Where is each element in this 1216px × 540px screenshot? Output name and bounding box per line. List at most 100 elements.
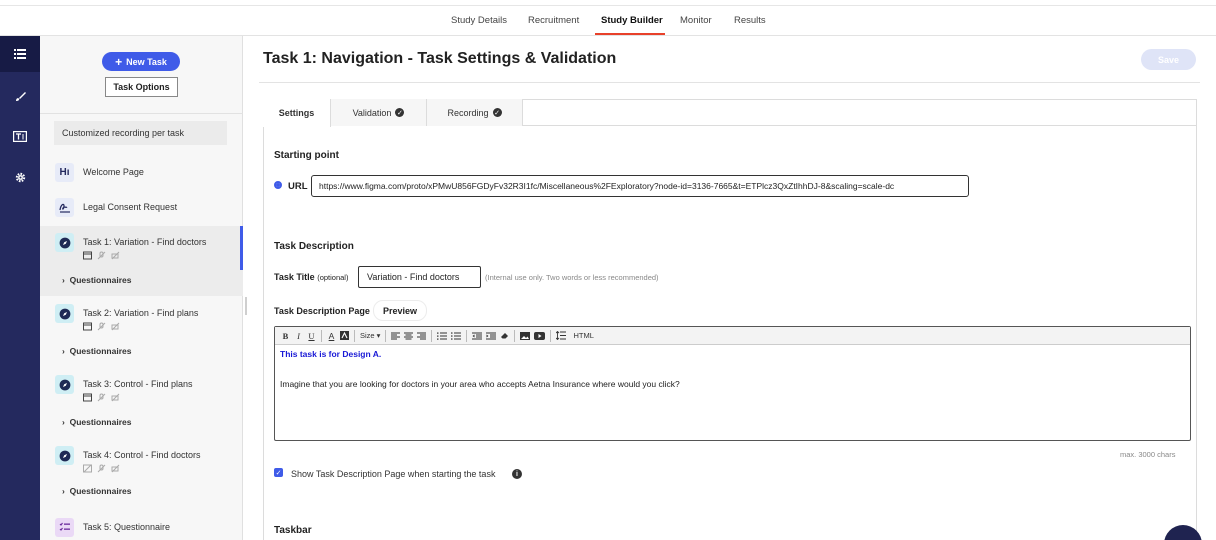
align-right-icon[interactable] (415, 329, 428, 343)
questionnaires-toggle-task-3[interactable]: › Questionnaires (62, 417, 131, 427)
sidebar-resize-handle[interactable] (245, 297, 247, 315)
toolbar-separator (321, 329, 322, 342)
tab-study-details[interactable]: Study Details (451, 15, 507, 26)
image-icon[interactable] (518, 329, 532, 343)
camera-off-icon (111, 393, 120, 402)
italic-button[interactable]: I (292, 329, 305, 343)
sidebar-item-label: Task 2: Variation - Find plans (83, 308, 199, 318)
tab-recording[interactable]: Recording ✓ (427, 99, 523, 126)
sidebar-item-label: Task 4: Control - Find doctors (83, 450, 201, 460)
heading-icon: Hı (55, 163, 74, 182)
task-title-input[interactable]: Variation - Find doctors (358, 266, 481, 288)
recording-filter[interactable]: Customized recording per task (54, 121, 227, 145)
window-icon (83, 322, 92, 331)
editor-content-line-2: Imagine that you are looking for doctors… (280, 379, 680, 389)
show-description-checkbox[interactable]: ✓ (274, 468, 283, 477)
task-recording-icons (83, 322, 120, 331)
questionnaires-toggle-task-4[interactable]: › Questionnaires (62, 486, 131, 496)
chevron-right-icon: › (62, 346, 65, 356)
tab-settings[interactable]: Settings (263, 99, 331, 127)
task-recording-icons (83, 251, 120, 260)
camera-off-icon (111, 464, 120, 473)
task-description-heading: Task Description (274, 241, 354, 252)
tab-recruitment[interactable]: Recruitment (528, 15, 579, 26)
save-button[interactable]: Save (1141, 49, 1196, 70)
window-off-icon (83, 464, 92, 473)
show-description-label: Show Task Description Page when starting… (291, 469, 496, 479)
indent-icon[interactable] (484, 329, 498, 343)
text-box-icon[interactable] (0, 118, 40, 154)
info-icon[interactable]: i (512, 469, 522, 479)
tab-label: Settings (278, 108, 315, 118)
rich-text-editor[interactable]: B I U A Size ▾ HTML This task is for Des… (274, 326, 1191, 441)
compass-icon (55, 375, 74, 394)
tab-study-builder[interactable]: Study Builder (601, 15, 663, 26)
checklist-icon (55, 518, 74, 537)
tab-validation[interactable]: Validation ✓ (331, 99, 427, 126)
signature-icon (55, 198, 74, 217)
highlight-icon[interactable] (338, 329, 351, 343)
task-options-button[interactable]: Task Options (105, 77, 178, 97)
chevron-right-icon: › (62, 275, 65, 285)
starting-point-heading: Starting point (274, 150, 339, 161)
compass-icon (55, 446, 74, 465)
list-icon[interactable] (0, 36, 40, 72)
camera-off-icon (111, 251, 120, 260)
size-dropdown[interactable]: Size ▾ (358, 329, 382, 343)
underline-button[interactable]: U (305, 329, 318, 343)
questionnaires-toggle-task-1[interactable]: › Questionnaires (62, 275, 131, 285)
preview-button[interactable]: Preview (373, 300, 427, 321)
eraser-icon[interactable] (498, 329, 511, 343)
line-height-icon[interactable] (554, 329, 568, 343)
url-label: URL (288, 181, 308, 192)
active-tab-underline (595, 33, 665, 35)
align-center-icon[interactable] (402, 329, 415, 343)
sidebar-item-label: Task 5: Questionnaire (83, 522, 171, 532)
toolbar-separator (550, 329, 552, 342)
sidebar-item-label: Legal Consent Request (83, 202, 178, 212)
questionnaires-label: Questionnaires (69, 417, 132, 427)
questionnaires-label: Questionnaires (69, 486, 132, 496)
plus-icon: + (115, 54, 123, 69)
icon-rail (0, 36, 40, 540)
url-radio[interactable] (274, 181, 282, 189)
compass-icon (55, 304, 74, 323)
tab-label: Validation (352, 107, 392, 118)
chevron-right-icon: › (62, 417, 65, 427)
tab-results[interactable]: Results (734, 15, 766, 26)
top-navigation: Study Details Recruitment Study Builder … (0, 6, 1216, 36)
editor-toolbar: B I U A Size ▾ HTML (275, 327, 1190, 345)
max-chars-hint: max. 3000 chars (1120, 450, 1176, 459)
video-icon[interactable] (532, 329, 547, 343)
brush-icon[interactable] (0, 78, 40, 114)
sidebar-item-label: Task 1: Variation - Find doctors (83, 237, 207, 247)
font-color-button[interactable]: A (325, 329, 338, 343)
toolbar-separator (385, 329, 387, 342)
sidebar-divider (40, 113, 243, 114)
chevron-right-icon: › (62, 486, 65, 496)
task-title-hint: (Internal use only. Two words or less re… (485, 273, 659, 282)
page-title: Task 1: Navigation - Task Settings & Val… (263, 50, 617, 67)
align-left-icon[interactable] (389, 329, 402, 343)
tab-monitor[interactable]: Monitor (680, 15, 712, 26)
url-input[interactable]: https://www.figma.com/proto/xPMwU856FGDy… (311, 175, 969, 197)
html-button[interactable]: HTML (571, 329, 595, 343)
check-circle-icon: ✓ (492, 108, 502, 117)
tab-label: Recording (447, 107, 489, 118)
new-task-button[interactable]: + New Task (102, 52, 180, 71)
unordered-list-icon[interactable] (449, 329, 463, 343)
microphone-off-icon (97, 464, 106, 473)
questionnaires-toggle-task-2[interactable]: › Questionnaires (62, 346, 131, 356)
compass-icon (55, 233, 74, 252)
task-description-page-label: Task Description Page (274, 306, 370, 316)
selected-item-indicator (240, 226, 243, 270)
bold-button[interactable]: B (279, 329, 292, 343)
microphone-off-icon (97, 322, 106, 331)
gear-icon[interactable] (0, 159, 40, 195)
outdent-icon[interactable] (470, 329, 484, 343)
window-icon (83, 251, 92, 260)
ordered-list-icon[interactable] (435, 329, 449, 343)
questionnaires-label: Questionnaires (69, 275, 132, 285)
task-recording-icons (83, 464, 120, 473)
settings-tabs: Settings Validation ✓ Recording ✓ (263, 99, 1197, 127)
